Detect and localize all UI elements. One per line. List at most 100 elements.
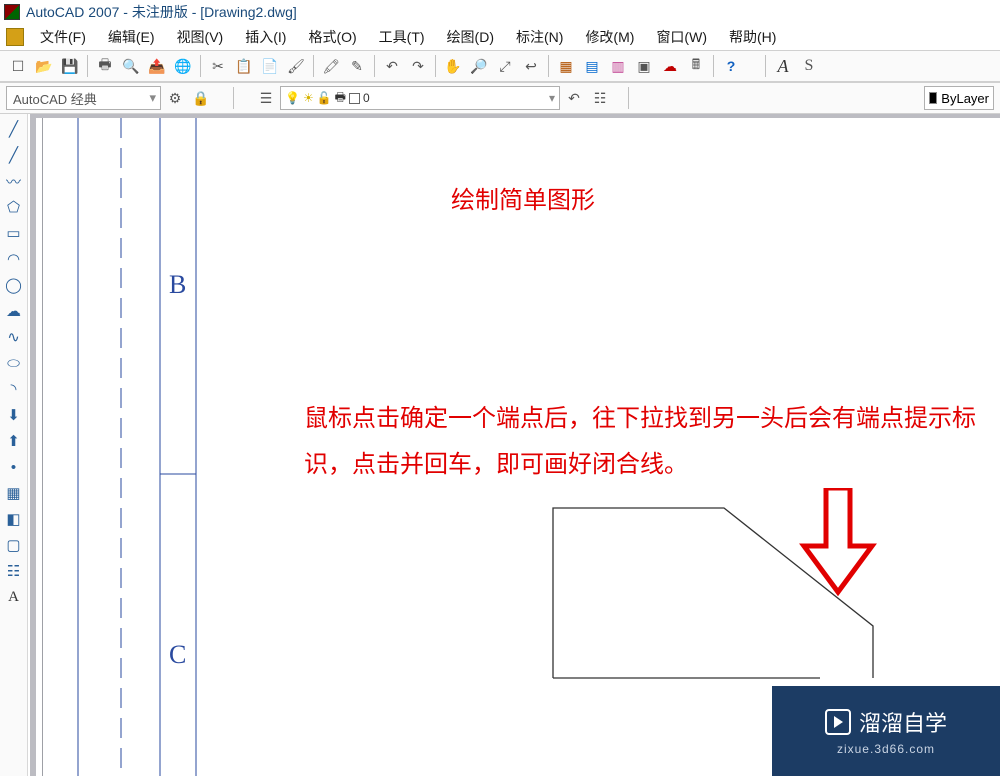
workspace-dropdown[interactable]: AutoCAD 经典: [6, 86, 161, 110]
color-bylayer-dropdown[interactable]: ByLayer: [924, 86, 994, 110]
standard-toolbar: ☐ 📂 💾 🖶 🔍 📤 🌐 ✂ 📋 📄 🖌 🖍 ✎ ↶ ↷ ✋ 🔎 ⤢ ↩ ▦ …: [0, 50, 1000, 82]
layer-states-icon[interactable]: ☷: [588, 86, 612, 110]
menu-bar: 文件(F) 编辑(E) 视图(V) 插入(I) 格式(O) 工具(T) 绘图(D…: [0, 24, 1000, 50]
menu-window[interactable]: 窗口(W): [646, 24, 717, 50]
layer-current-name: 0: [363, 91, 370, 105]
design-center-icon[interactable]: ▤: [580, 54, 604, 78]
paste-icon[interactable]: 📄: [258, 54, 282, 78]
revision-cloud-icon[interactable]: ☁: [3, 300, 25, 322]
zoom-previous-icon[interactable]: ↩: [519, 54, 543, 78]
watermark-brand: 溜溜自学: [859, 706, 947, 738]
region-icon[interactable]: ▢: [3, 534, 25, 556]
hatch-icon[interactable]: ▦: [3, 482, 25, 504]
textstyle-A-icon[interactable]: A: [771, 54, 795, 78]
canvas-label-C: C: [169, 640, 186, 669]
menu-format[interactable]: 格式(O): [298, 24, 366, 50]
copy-icon[interactable]: 📋: [232, 54, 256, 78]
app-icon: [4, 4, 20, 20]
lock-icon: 🔓: [317, 91, 332, 105]
plot-preview-icon[interactable]: 🔍: [119, 54, 143, 78]
save-icon[interactable]: 💾: [58, 54, 82, 78]
rectangle-icon[interactable]: ▭: [3, 222, 25, 244]
redo-icon[interactable]: ↷: [406, 54, 430, 78]
gradient-icon[interactable]: ◧: [3, 508, 25, 530]
block-editor-icon[interactable]: ✎: [345, 54, 369, 78]
polygon-icon[interactable]: ⬠: [3, 196, 25, 218]
separator: [374, 55, 375, 77]
menu-insert[interactable]: 插入(I): [235, 24, 296, 50]
menu-help[interactable]: 帮助(H): [719, 24, 786, 50]
markup-icon[interactable]: ☁: [658, 54, 682, 78]
play-icon: [825, 709, 851, 735]
separator: [713, 55, 714, 77]
separator: [765, 55, 766, 77]
style-S-icon[interactable]: S: [797, 54, 821, 78]
spline-icon[interactable]: ∿: [3, 326, 25, 348]
layer-previous-icon[interactable]: ↶: [562, 86, 586, 110]
undo-icon[interactable]: ↶: [380, 54, 404, 78]
circle-icon[interactable]: ◯: [3, 274, 25, 296]
annotation-arrow-icon: [798, 488, 878, 598]
menu-tools[interactable]: 工具(T): [369, 24, 435, 50]
plot-icon: 🖶: [335, 88, 346, 109]
drawing-canvas[interactable]: B C 绘制简单图形 鼠标点击确定一个端点后，往下拉找到另一头后会有端点提示标识…: [30, 114, 1000, 776]
title-bar: AutoCAD 2007 - 未注册版 - [Drawing2.dwg]: [0, 0, 1000, 24]
zoom-realtime-icon[interactable]: 🔎: [467, 54, 491, 78]
sun-icon: ☀: [303, 91, 314, 105]
menu-modify[interactable]: 修改(M): [575, 24, 644, 50]
menu-file[interactable]: 文件(F): [30, 24, 96, 50]
workspace-layers-toolbar: AutoCAD 经典 ⚙ 🔒 ☰ 💡 ☀ 🔓 🖶 0 ↶ ☷ ByLayer: [0, 82, 1000, 114]
lightbulb-icon: 💡: [285, 91, 300, 105]
menu-view[interactable]: 视图(V): [167, 24, 234, 50]
layer-dropdown[interactable]: 💡 ☀ 🔓 🖶 0: [280, 86, 560, 110]
brush-icon[interactable]: 🖍: [319, 54, 343, 78]
color-bylayer-label: ByLayer: [941, 91, 989, 106]
menu-edit[interactable]: 编辑(E): [98, 24, 165, 50]
print-icon[interactable]: 🖶: [93, 54, 117, 78]
dwf-icon[interactable]: 🌐: [171, 54, 195, 78]
separator: [87, 55, 88, 77]
ellipse-icon[interactable]: ⬭: [3, 352, 25, 374]
layer-color-swatch: [349, 93, 360, 104]
insert-block-icon[interactable]: ⬇: [3, 404, 25, 426]
table-icon[interactable]: ☷: [3, 560, 25, 582]
mtext-icon[interactable]: A: [3, 586, 25, 608]
polyline-icon[interactable]: 〰: [3, 170, 25, 192]
help-icon[interactable]: ?: [719, 54, 743, 78]
layer-manager-icon[interactable]: ☰: [254, 86, 278, 110]
pan-icon[interactable]: ✋: [441, 54, 465, 78]
menu-dimension[interactable]: 标注(N): [506, 24, 573, 50]
canvas-label-B: B: [169, 270, 186, 299]
color-swatch: [929, 92, 937, 104]
match-props-icon[interactable]: 🖌: [284, 54, 308, 78]
separator: [435, 55, 436, 77]
sheet-set-icon[interactable]: ▣: [632, 54, 656, 78]
window-title: AutoCAD 2007 - 未注册版 - [Drawing2.dwg]: [26, 2, 297, 22]
make-block-icon[interactable]: ⬆: [3, 430, 25, 452]
quickcalc-icon[interactable]: 🖩: [684, 54, 708, 78]
separator: [233, 87, 234, 109]
workspace-lock-icon[interactable]: 🔒: [189, 86, 213, 110]
publish-icon[interactable]: 📤: [145, 54, 169, 78]
props-icon[interactable]: ▦: [554, 54, 578, 78]
workspace-settings-icon[interactable]: ⚙: [163, 86, 187, 110]
watermark: 溜溜自学 zixue.3d66.com: [772, 686, 1000, 776]
new-file-icon[interactable]: ☐: [6, 54, 30, 78]
line-tool-icon[interactable]: ╱: [3, 118, 25, 140]
zoom-window-icon[interactable]: ⤢: [493, 54, 517, 78]
menu-draw[interactable]: 绘图(D): [437, 24, 504, 50]
menu-logo-icon: [6, 28, 24, 46]
construction-line-icon[interactable]: ╱: [3, 144, 25, 166]
ellipse-arc-icon[interactable]: ◝: [3, 378, 25, 400]
separator: [200, 55, 201, 77]
main-area: ╱ ╱ 〰 ⬠ ▭ ◠ ◯ ☁ ∿ ⬭ ◝ ⬇ ⬆ • ▦ ◧ ▢ ☷ A B …: [0, 114, 1000, 776]
tool-palettes-icon[interactable]: ▥: [606, 54, 630, 78]
workspace-current: AutoCAD 经典: [13, 89, 97, 108]
separator: [628, 87, 629, 109]
separator: [548, 55, 549, 77]
separator: [313, 55, 314, 77]
arc-icon[interactable]: ◠: [3, 248, 25, 270]
point-icon[interactable]: •: [3, 456, 25, 478]
cut-icon[interactable]: ✂: [206, 54, 230, 78]
open-file-icon[interactable]: 📂: [32, 54, 56, 78]
